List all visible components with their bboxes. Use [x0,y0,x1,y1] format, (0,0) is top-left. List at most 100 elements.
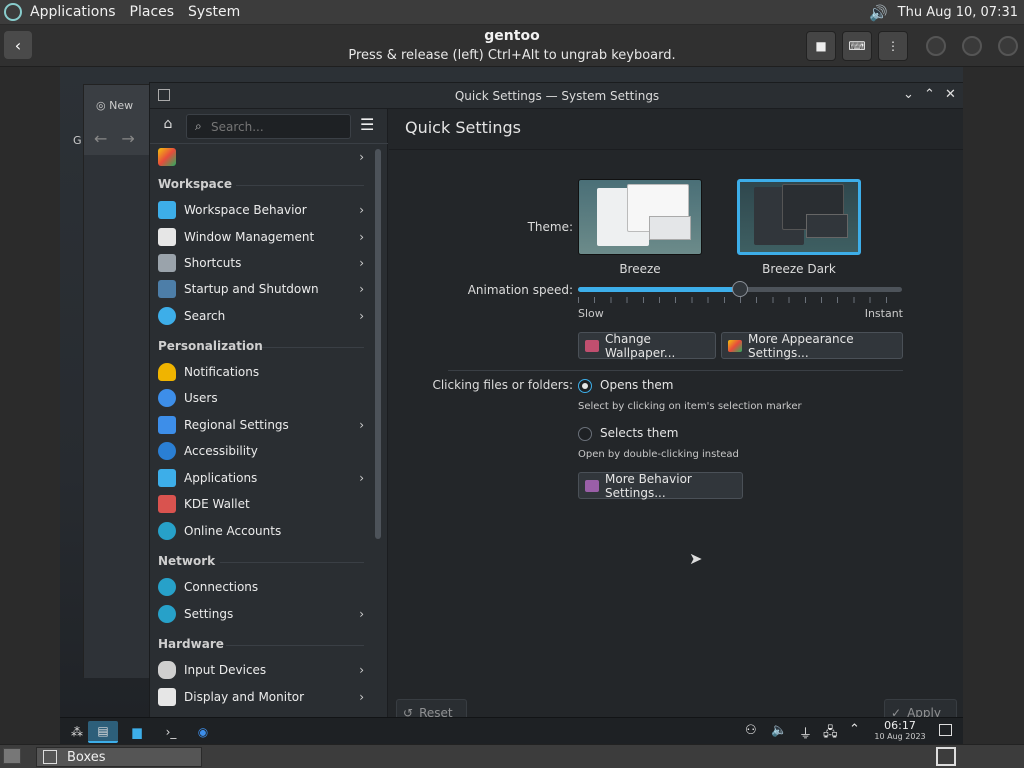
volume-icon[interactable]: 🔊 [869,4,888,22]
close-button[interactable] [998,36,1018,56]
globe-icon [158,578,176,596]
host-bottom-panel: Boxes [0,744,1024,768]
sidebar-scrollbar[interactable] [375,149,381,539]
gnome-foot-icon[interactable] [4,3,22,21]
opens-them-radio[interactable] [578,379,592,393]
user-switcher-icon[interactable]: ⚇ [745,723,757,738]
volume-icon[interactable]: 🔈 [771,723,787,738]
sidebar-item-appearance[interactable]: › [156,145,364,169]
guest-clock-time[interactable]: 06:17 [870,719,930,732]
selects-them-label[interactable]: Selects them [600,426,678,440]
more-behavior-settings-button[interactable]: More Behavior Settings... [578,472,743,500]
appearance-icon [728,339,742,352]
plasma-taskbar: ⁂ ▤ ▆ ›_ ◉ ⚇ 🔈 ⏚ 🖧 ⌃ 06:17 10 Aug 2023 [60,717,963,744]
settings-app-icon: ▤ [97,724,109,738]
animation-speed-slider-handle[interactable] [732,281,748,297]
sidebar-item-shortcuts[interactable]: Shortcuts › [156,251,364,275]
search-icon: ⌕ [195,119,202,133]
sidebar-item-search[interactable]: Search › [156,304,364,328]
window-titlebar[interactable]: Quick Settings — System Settings ⌄ ⌃ ✕ [150,83,963,109]
menu-system[interactable]: System [188,4,240,20]
chevron-right-icon: › [359,309,364,323]
browser-nav-arrows[interactable]: ←→ [94,129,149,148]
minimize-button[interactable] [926,36,946,56]
monitor-power-icon [158,280,176,298]
sidebar-item-window-management[interactable]: Window Management › [156,225,364,249]
category-divider [236,185,364,186]
workspace-switcher-icon[interactable] [936,747,956,766]
theme-breeze-label: Breeze [619,262,661,276]
sidebar-header: ⌂ ⌕ ☰ [150,109,388,143]
sidebar-item-accessibility[interactable]: Accessibility [156,439,364,463]
animation-speed-track[interactable] [578,281,902,297]
category-hardware: Hardware [158,637,224,651]
theme-label: Theme: [527,220,573,234]
menu-places[interactable]: Places [130,4,175,20]
opens-them-label[interactable]: Opens them [600,378,674,392]
task-file-manager[interactable]: ▆ [122,721,152,743]
show-desktop-icon[interactable] [939,724,952,736]
terminal-icon: ›_ [165,725,177,739]
window-title: Quick Settings — System Settings [454,89,660,103]
launcher-icon: ⁂ [71,725,83,739]
sidebar-item-workspace-behavior[interactable]: Workspace Behavior › [156,198,364,222]
sidebar-item-applications[interactable]: Applications › [156,466,364,490]
user-icon [158,389,176,407]
guest-clock-date[interactable]: 10 Aug 2023 [870,732,930,741]
search-box[interactable]: ⌕ [186,114,351,139]
task-system-settings[interactable]: ▤ [88,721,118,743]
wallet-icon [158,495,176,513]
browser-tab[interactable]: ◎ New [96,99,133,112]
sidebar-item-network-settings[interactable]: Settings › [156,602,364,626]
menu-button[interactable]: ⋮ [878,31,908,61]
stop-icon: ■ [815,39,827,53]
theme-breeze-dark-thumbnail[interactable] [737,179,861,255]
sidebar-item-input-devices[interactable]: Input Devices › [156,658,364,682]
selects-them-radio[interactable] [578,427,592,441]
sidebar-item-startup-shutdown[interactable]: Startup and Shutdown › [156,277,364,301]
sidebar-item-connections[interactable]: Connections [156,575,364,599]
header-divider [389,149,963,150]
sidebar-item-users[interactable]: Users [156,386,364,410]
guest-display[interactable]: ◎ New ←→ G Quick Settings — System Setti… [60,67,963,744]
search-input[interactable] [211,118,346,136]
accessibility-icon [158,442,176,460]
sidebar-item-notifications[interactable]: Notifications [156,360,364,384]
send-key-button[interactable]: ■ [806,31,836,61]
home-button[interactable]: ⌂ [158,116,178,136]
tray-expand-icon[interactable]: ⌃ [849,722,860,737]
task-chromium[interactable]: ◉ [188,721,218,743]
usb-device-icon[interactable]: ⏚ [799,723,812,742]
opens-them-hint: Select by clicking on item's selection m… [578,401,802,412]
network-icon[interactable]: 🖧 [823,723,838,744]
theme-breeze-thumbnail[interactable] [578,179,702,255]
window-management-icon [158,228,176,246]
menu-applications[interactable]: Applications [30,4,116,20]
show-desktop-icon[interactable] [3,748,21,764]
chevron-right-icon: › [359,418,364,432]
change-wallpaper-button[interactable]: Change Wallpaper... [578,332,716,360]
chevron-down-icon[interactable]: ⌄ [903,87,914,102]
system-settings-window[interactable]: Quick Settings — System Settings ⌄ ⌃ ✕ ⌂… [149,82,963,726]
window-close-icon[interactable]: ✕ [945,87,956,102]
category-network: Network [158,554,216,568]
wallpaper-icon [585,339,599,352]
magnifier-icon [158,307,176,325]
chevron-right-icon: › [359,282,364,296]
host-clock[interactable]: Thu Aug 10, 07:31 [898,5,1018,20]
keyboard-button[interactable]: ⌨ [842,31,872,61]
task-terminal[interactable]: ›_ [156,721,186,743]
sidebar-item-online-accounts[interactable]: Online Accounts [156,519,364,543]
maximize-button[interactable] [962,36,982,56]
animation-speed-fill [578,287,740,292]
behavior-icon [585,479,599,492]
chevron-up-icon[interactable]: ⌃ [924,87,935,102]
more-appearance-settings-button[interactable]: More Appearance Settings... [721,332,903,360]
sidebar-item-kde-wallet[interactable]: KDE Wallet [156,492,364,516]
hamburger-icon: ☰ [360,115,375,134]
taskbar-item-boxes[interactable]: Boxes [36,747,202,767]
category-divider [262,347,364,348]
sidebar-item-display-monitor[interactable]: Display and Monitor › [156,685,364,709]
sidebar-item-regional-settings[interactable]: Regional Settings › [156,413,364,437]
hamburger-menu-button[interactable]: ☰ [360,115,374,134]
